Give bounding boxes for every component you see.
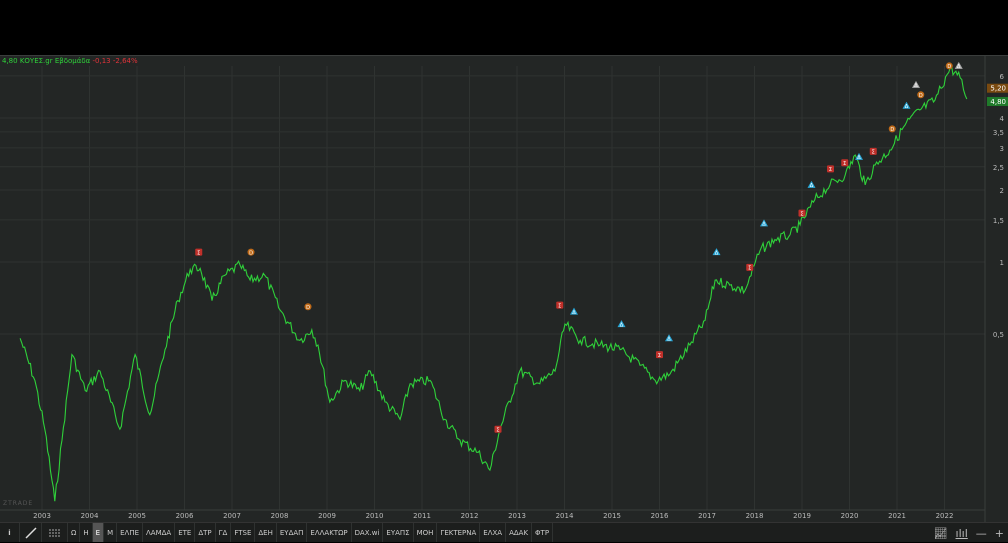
x-tick-label: 2012 (461, 512, 479, 520)
toolbar-symbol-1[interactable]: Η (80, 523, 93, 542)
signal-marker-label: Σ (872, 150, 875, 156)
x-tick-label: 2020 (841, 512, 859, 520)
signal-marker-label: Σ (558, 303, 561, 309)
chart-svg[interactable]: 2003 2004 2005 2006 2007 2008 2009 2010 2011 2012… (0, 0, 1008, 522)
signal-marker-label: D (249, 250, 253, 256)
signal-marker-label: Δ (715, 250, 719, 256)
line-chart-icon[interactable]: 📈︎ (934, 527, 948, 540)
toolbar-symbol-0[interactable]: Ω (68, 523, 81, 542)
x-tick-label: 2018 (746, 512, 764, 520)
toolbar-symbol-16[interactable]: ΓΕΚΤΕΡΝΑ (437, 523, 481, 542)
bottom-toolbar: i Ω Η Ε Μ ΕΛΠΕ ΛΑΜΔΑ ΕΤΕ ΔΤΡ ΓΔ FTSE ΔΕΗ ΕΥΔΑΠ ΕΛΛΑΚ… (0, 522, 1008, 542)
toolbar-symbol-10[interactable]: ΔΕΗ (255, 523, 277, 542)
signal-marker-label: Σ (658, 353, 661, 359)
draw-line-tool[interactable] (20, 523, 42, 542)
y-tick-label: 3 (1000, 145, 1004, 153)
symbol-name: ΚΟΥΕΣ.gr (19, 57, 53, 65)
pencil-line-icon (24, 526, 37, 539)
toolbar-symbol-6[interactable]: ΕΤΕ (175, 523, 196, 542)
toolbar-symbol-13[interactable]: DAX.wi (352, 523, 384, 542)
x-tick-label: 2022 (936, 512, 954, 520)
zoom-in-button[interactable]: + (995, 527, 1004, 540)
last-price: 4,80 (2, 57, 18, 65)
toolbar-symbol-18[interactable]: ΑΔΑΚ (506, 523, 533, 542)
signal-marker-label: Σ (748, 266, 751, 272)
signal-marker-label: Δ (572, 310, 576, 316)
right-tools: 📈︎ ılıl — + (934, 523, 1004, 543)
y-tick-label: 1 (1000, 259, 1004, 267)
y-tick-label: 3,5 (993, 129, 1004, 137)
toolbar-symbol-19[interactable]: ΦΤΡ (532, 523, 554, 542)
signal-marker-label: D (890, 127, 894, 133)
signal-marker-label: D (947, 64, 951, 70)
signal-marker-label: Δ (667, 337, 671, 343)
signal-marker-label: Δ (810, 183, 814, 189)
x-tick-label: 2003 (33, 512, 51, 520)
x-tick-label: 2014 (556, 512, 574, 520)
toolbar-symbol-11[interactable]: ΕΥΔΑΠ (277, 523, 308, 542)
toolbar-symbol-8[interactable]: ΓΔ (216, 523, 232, 542)
y-tick-label: 2,5 (993, 164, 1004, 172)
signal-marker-label: Δ (762, 222, 766, 228)
x-tick-label: 2021 (888, 512, 906, 520)
brand-watermark: ZTRADE (3, 500, 34, 507)
toolbar-symbol-9[interactable]: FTSE (231, 523, 256, 542)
toolbar-symbol-3[interactable]: Μ (104, 523, 118, 542)
x-tick-label: 2006 (176, 512, 194, 520)
signal-marker-label: Σ (496, 428, 499, 434)
x-tick-label: 2004 (81, 512, 99, 520)
price-tag-last-label: 4,80 (990, 98, 1006, 106)
x-tick-label: 2009 (318, 512, 336, 520)
x-tick-label: 2008 (271, 512, 289, 520)
toolbar-symbol-14[interactable]: ΕΥΑΠΣ (383, 523, 414, 542)
y-tick-label: 1,5 (993, 217, 1004, 225)
toolbar-symbol-15[interactable]: ΜΟΗ (414, 523, 438, 542)
x-tick-label: 2011 (413, 512, 431, 520)
toolbar-symbol-5[interactable]: ΛΑΜΔΑ (143, 523, 176, 542)
bar-chart-icon[interactable]: ılıl (956, 527, 968, 540)
y-tick-label: 0,5 (993, 331, 1004, 339)
signal-marker-label: D (919, 93, 923, 99)
toolbar-symbol-17[interactable]: ΕΛΧΑ (480, 523, 507, 542)
info-button[interactable]: i (0, 523, 20, 542)
zoom-out-button[interactable]: — (976, 527, 987, 540)
signal-marker-label: Δ (914, 83, 918, 89)
x-tick-label: 2015 (603, 512, 621, 520)
toolbar-symbol-7[interactable]: ΔΤΡ (195, 523, 216, 542)
y-tick-label: 2 (1000, 187, 1004, 195)
price-tag-previous-label: 5,20 (990, 85, 1006, 93)
grid-lines-icon (48, 529, 61, 536)
toolbar-symbol-4[interactable]: ΕΛΠΕ (117, 523, 144, 542)
signal-marker-label: Δ (957, 64, 961, 70)
x-tick-label: 2010 (366, 512, 384, 520)
indicators-button[interactable] (42, 523, 68, 542)
y-tick-label: 4 (1000, 115, 1005, 123)
x-tick-label: 2016 (651, 512, 669, 520)
price-line (19, 64, 968, 502)
x-tick-label: 2019 (793, 512, 811, 520)
toolbar-symbol-2[interactable]: Ε (92, 523, 105, 542)
y-tick-label: 6 (1000, 73, 1005, 81)
x-tick-label: 2007 (223, 512, 241, 520)
toolbar-symbol-12[interactable]: ΕΛΛΑΚΤΩΡ (307, 523, 352, 542)
signal-marker-label: Δ (905, 104, 909, 110)
signal-marker-label: Σ (800, 211, 803, 217)
x-tick-label: 2005 (128, 512, 146, 520)
price-change: -0,13 (92, 57, 111, 65)
signal-marker-label: Σ (829, 167, 832, 173)
signal-marker-label: D (306, 305, 310, 311)
period-label: Εβδομάδα (54, 57, 91, 65)
x-tick-label: 2017 (698, 512, 716, 520)
signal-marker-label: Σ (197, 250, 200, 256)
signal-marker-label: Δ (857, 155, 861, 161)
price-change-pct: -2,64% (112, 57, 138, 65)
symbol-info: 4,80 ΚΟΥΕΣ.gr Εβδομάδα -0,13 -2,64% (2, 57, 138, 65)
x-tick-label: 2013 (508, 512, 526, 520)
signal-marker-label: Σ (843, 161, 846, 167)
signal-marker-label: Δ (620, 322, 624, 328)
